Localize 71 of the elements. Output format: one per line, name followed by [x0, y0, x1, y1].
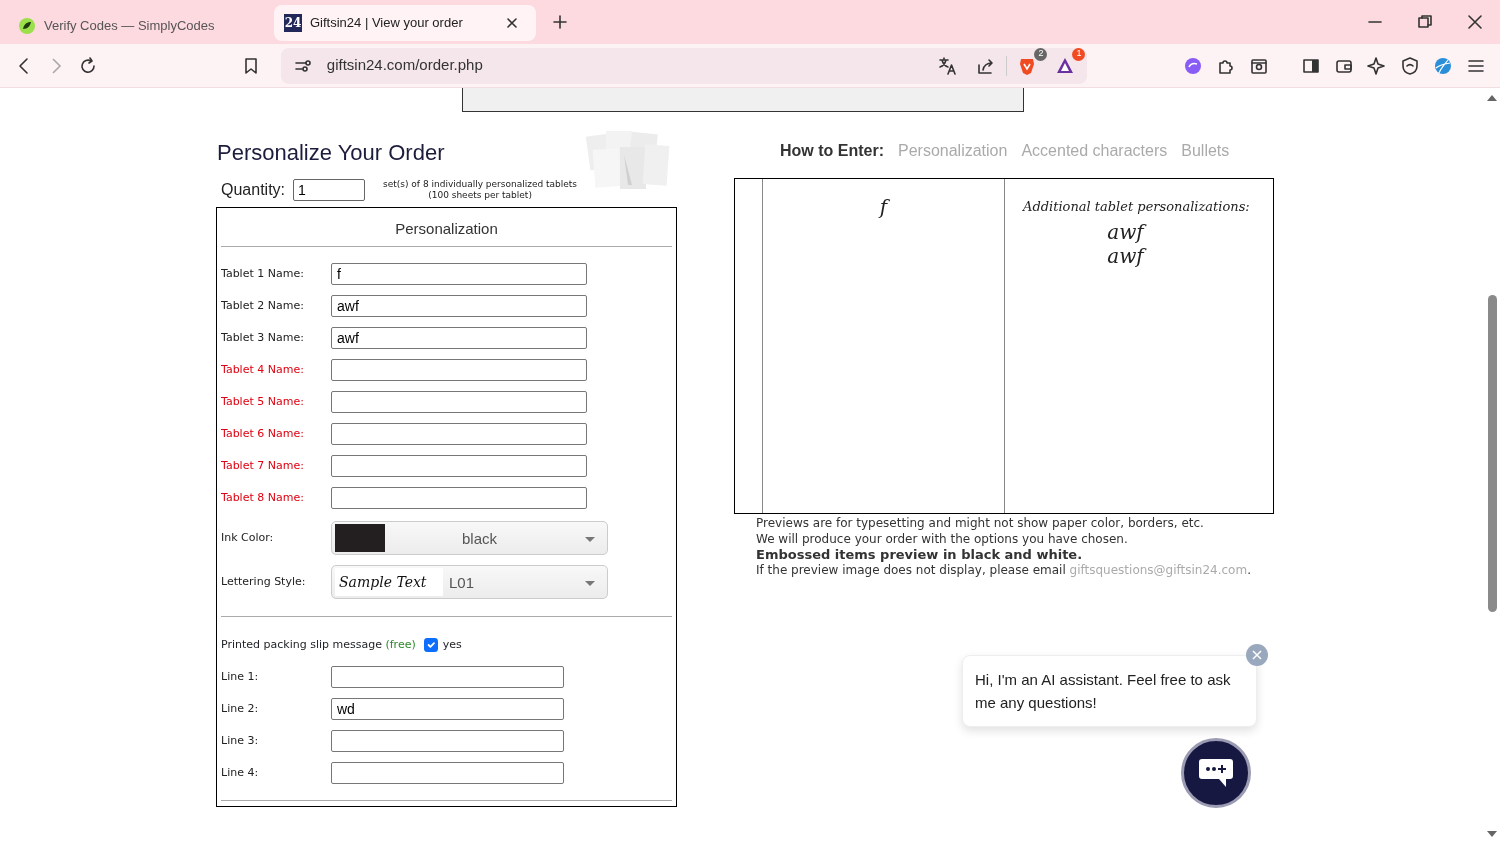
quantity-note: (100 sheets per tablet): [427, 190, 533, 201]
preview-note: Previews are for typesetting and might not show paper color, borders, etc.: [756, 516, 1205, 532]
new-tab-icon: [550, 12, 570, 32]
count-badge: 2: [1034, 47, 1048, 61]
name-field[interactable]: awf: [331, 295, 587, 317]
name-field[interactable]: awf: [331, 327, 587, 349]
name-field[interactable]: [331, 423, 587, 445]
ink-color-select[interactable]: black: [331, 521, 608, 555]
checkbox[interactable]: [423, 638, 438, 652]
field-label: Tablet 3 Name:: [221, 329, 305, 346]
tab-title: Giftsin24 | View your order: [310, 14, 464, 33]
name-field[interactable]: [331, 359, 587, 381]
field-label: Tablet 5 Name:: [221, 393, 305, 410]
scroll-up-icon: [1487, 95, 1497, 101]
quantity-label: Quantity:: [221, 181, 286, 199]
message-field[interactable]: [331, 762, 564, 784]
name-field[interactable]: f: [331, 263, 587, 285]
close-icon: [1252, 650, 1262, 660]
quantity-note: set(s) of 8 individually personalized tablets: [383, 179, 578, 190]
chat-message: Hi, I'm an AI assistant. Feel free to ask me any questions!: [962, 655, 1257, 727]
preview-name: f: [877, 195, 891, 219]
sparkle-icon: [1367, 55, 1388, 76]
lettering-sample: Sample Text: [335, 568, 443, 596]
name-field[interactable]: [331, 455, 587, 477]
tab-title: Verify Codes — SimplyCodes: [44, 17, 216, 36]
quantity-field[interactable]: 1: [293, 179, 366, 201]
field-label: Line 4:: [221, 764, 260, 781]
leaf-icon: [18, 17, 36, 35]
close-icon: [1465, 12, 1485, 32]
field-label: Line 1:: [221, 668, 260, 685]
preview-name: awf: [1023, 244, 1228, 268]
count-badge: 1: [1072, 47, 1086, 61]
how-to-enter-label: How to Enter:: [780, 142, 884, 160]
message-field[interactable]: [331, 666, 564, 688]
field-label: Tablet 4 Name:: [221, 361, 305, 378]
lettering-select[interactable]: Sample Text L01: [331, 565, 608, 599]
address-bar[interactable]: giftsin24.com/order.php 2 1: [280, 47, 1088, 84]
field-label: Ink Color:: [221, 529, 275, 546]
chat-bubble-icon: [1198, 757, 1234, 789]
field-label: Tablet 1 Name:: [221, 265, 305, 282]
field-label: Tablet 7 Name:: [221, 457, 305, 474]
preview-name: awf: [1023, 220, 1228, 244]
url-text: giftsin24.com/order.php: [326, 55, 484, 76]
field-label: Line 3:: [221, 732, 260, 749]
packing-slip-label: Printed packing slip message (free): [221, 636, 416, 653]
globe-icon: [1433, 55, 1454, 76]
extension-icon: [1183, 55, 1204, 76]
message-field[interactable]: wd: [331, 698, 564, 720]
browser-tab[interactable]: 24 Giftsin24 | View your order: [274, 5, 536, 41]
site-favicon: 24: [284, 14, 302, 32]
translate-icon: [938, 55, 959, 76]
field-label: Tablet 2 Name:: [221, 297, 305, 314]
preview-note: Embossed items preview in black and white.: [756, 547, 1084, 563]
minimize-icon: [1368, 21, 1382, 23]
name-field[interactable]: [331, 391, 587, 413]
preview-note: We will produce your order with the options you have chosen.: [756, 531, 1129, 547]
field-label: Lettering Style:: [221, 573, 307, 590]
page-heading: Personalize Your Order: [217, 140, 445, 166]
section-title: Personalization: [394, 219, 499, 239]
checkbox-label: yes: [442, 636, 462, 653]
field-label: Tablet 6 Name:: [221, 425, 305, 442]
scroll-down-icon: [1487, 831, 1497, 837]
browser-tab[interactable]: Verify Codes — SimplyCodes: [8, 8, 270, 44]
name-field[interactable]: [331, 487, 587, 509]
field-label: Line 2:: [221, 700, 260, 717]
preview-note: If the preview image does not display, please email giftsquestions@giftsin24.com.: [756, 562, 1252, 578]
field-label: Tablet 8 Name:: [221, 489, 305, 506]
shield-icon: [1400, 55, 1421, 76]
preview-caption: Additional tablet personalizations:: [1023, 199, 1251, 214]
scrollbar-thumb[interactable]: [1488, 295, 1497, 612]
message-field[interactable]: [331, 730, 564, 752]
